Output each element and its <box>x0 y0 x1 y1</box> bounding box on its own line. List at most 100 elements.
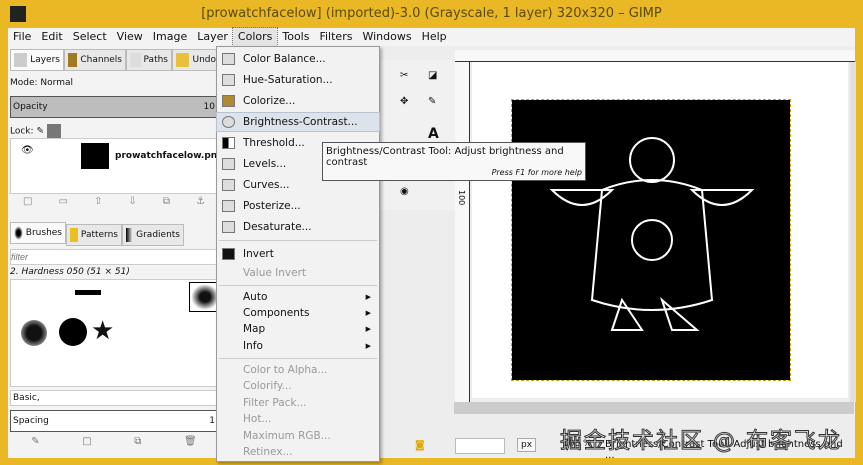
tab-undo[interactable]: Undo <box>172 49 220 71</box>
colorize-icon <box>222 95 235 107</box>
duplicate-brush-icon[interactable]: ⧉ <box>134 436 141 447</box>
color-tool-icon[interactable]: ◉ <box>400 186 409 197</box>
mode-select[interactable]: Mode: Normal <box>10 78 218 88</box>
layers-dock: Layers Channels Paths Undo Mode: Normal … <box>8 46 224 458</box>
smudge-tool-icon[interactable]: ✎ <box>428 96 436 107</box>
menu-file[interactable]: File <box>8 28 36 46</box>
lower-layer-icon[interactable]: ⇩ <box>128 196 136 214</box>
new-group-icon[interactable]: ▭ <box>59 196 68 214</box>
brightness-contrast-icon <box>222 116 235 128</box>
tab-layers[interactable]: Layers <box>10 49 64 71</box>
undo-icon <box>176 53 190 67</box>
tab-patterns[interactable]: Patterns <box>66 224 122 246</box>
menu-bar: File Edit Select View Image Layer Colors… <box>8 27 855 47</box>
menu-image[interactable]: Image <box>148 28 192 46</box>
brush-name: 2. Hardness 050 (51 × 51) <box>10 267 130 277</box>
menu-item-desaturate[interactable]: Desaturate... <box>217 218 379 236</box>
foreground-select-icon[interactable]: ◪ <box>428 70 437 81</box>
menu-select[interactable]: Select <box>68 28 112 46</box>
brush-buttons: ✎ □ ⧉ 🗑 <box>10 436 218 447</box>
move-tool-icon[interactable]: ✥ <box>400 96 408 107</box>
edit-brush-icon[interactable]: ✎ <box>31 436 39 447</box>
window-title: [prowatchfacelow] (imported)-3.0 (Graysc… <box>201 6 662 21</box>
brush-grid[interactable]: ★ <box>10 279 218 387</box>
vertical-scrollbar[interactable] <box>850 62 856 402</box>
brush-selected[interactable] <box>189 282 217 312</box>
tooltip: Brightness/Contrast Tool: Adjust brightn… <box>322 142 586 181</box>
new-brush-icon[interactable]: □ <box>82 436 91 447</box>
new-layer-icon[interactable]: □ <box>23 196 32 214</box>
lock-row: Lock: ✎ <box>10 124 218 138</box>
submenu-arrow-icon: ▶ <box>365 342 371 350</box>
menu-separator <box>219 358 377 359</box>
visibility-eye-icon[interactable]: 👁 <box>21 145 34 156</box>
menu-item-brightness-contrast[interactable]: Brightness-Contrast... <box>216 112 380 132</box>
pointer-coords <box>455 438 505 454</box>
tab-paths[interactable]: Paths <box>126 49 172 71</box>
brush-icon <box>14 226 23 240</box>
brush-star[interactable]: ★ <box>91 318 114 344</box>
gradient-icon <box>126 228 134 242</box>
menu-item-map[interactable]: Map ▶ <box>217 320 379 338</box>
lock-alpha-icon[interactable] <box>46 124 61 138</box>
menu-item-posterize[interactable]: Posterize... <box>217 197 379 215</box>
layer-buttons: □ ▭ ⇧ ⇩ ⧉ ⚓ <box>10 196 218 214</box>
menu-item-color-balance[interactable]: Color Balance... <box>217 50 379 68</box>
invert-icon <box>222 248 235 260</box>
brush-block[interactable] <box>75 290 101 295</box>
menu-item-hot: Hot... <box>243 413 272 425</box>
layer-layer-row[interactable]: 👁 <box>21 145 34 156</box>
layer-thumbnail <box>81 143 109 169</box>
horizontal-ruler <box>455 50 855 62</box>
ruler-label: 100 <box>457 190 466 206</box>
menu-separator <box>219 240 377 241</box>
menu-item-invert[interactable]: Invert <box>217 245 379 263</box>
tab-brushes[interactable]: Brushes <box>10 222 66 244</box>
lock-paint-icon[interactable]: ✎ <box>36 127 44 137</box>
scissors-tool-icon[interactable]: ✂ <box>400 70 408 81</box>
raise-layer-icon[interactable]: ⇧ <box>94 196 102 214</box>
tab-channels[interactable]: Channels <box>64 49 126 71</box>
spacing-slider[interactable]: Spacing 1 <box>10 410 218 432</box>
threshold-icon <box>222 137 235 149</box>
menu-item-hue-saturation[interactable]: Hue-Saturation... <box>217 71 379 89</box>
brush-fuzzy[interactable] <box>21 320 47 346</box>
curves-icon <box>222 179 235 191</box>
channels-icon <box>68 53 78 67</box>
menu-filters[interactable]: Filters <box>314 28 357 46</box>
duplicate-layer-icon[interactable]: ⧉ <box>163 196 170 214</box>
tooltip-hint: Press F1 for more help <box>491 168 582 177</box>
layer-name[interactable]: prowatchfacelow.png <box>115 151 224 161</box>
menu-item-colorize[interactable]: Colorize... <box>217 92 379 110</box>
title-bar: [prowatchfacelow] (imported)-3.0 (Graysc… <box>0 0 863 28</box>
menu-item-retinex: Retinex... <box>243 446 293 458</box>
brush-preset[interactable]: Basic, <box>10 390 218 406</box>
menu-item-info[interactable]: Info ▶ <box>217 337 379 355</box>
unit-select[interactable]: px <box>517 438 537 452</box>
delete-brush-icon[interactable]: 🗑 <box>184 436 197 447</box>
pattern-icon <box>70 228 78 242</box>
menu-edit[interactable]: Edit <box>36 28 67 46</box>
tab-gradients[interactable]: Gradients <box>122 224 184 246</box>
hue-saturation-icon <box>222 74 235 86</box>
brush-filter-input[interactable] <box>10 249 218 265</box>
menu-colors[interactable]: Colors <box>231 27 279 47</box>
menu-layer[interactable]: Layer <box>192 28 233 46</box>
menu-help[interactable]: Help <box>417 28 452 46</box>
menu-view[interactable]: View <box>112 28 148 46</box>
menu-windows[interactable]: Windows <box>357 28 416 46</box>
levels-icon <box>222 158 235 170</box>
navigate-icon[interactable]: ◙ <box>415 440 425 451</box>
menu-tools[interactable]: Tools <box>277 28 314 46</box>
paths-icon <box>130 53 141 67</box>
anchor-icon[interactable]: ⚓ <box>196 196 205 214</box>
tooltip-text: Brightness/Contrast Tool: Adjust brightn… <box>326 146 564 168</box>
colors-menu: Color Balance... Hue-Saturation... Color… <box>216 46 380 462</box>
menu-item-colorify: Colorify... <box>243 380 292 392</box>
opacity-slider[interactable]: Opacity 10 <box>10 96 218 118</box>
horizontal-scrollbar[interactable] <box>454 402 854 414</box>
color-balance-icon <box>222 53 235 65</box>
text-tool-icon[interactable]: A <box>428 126 439 142</box>
brush-circle[interactable] <box>59 318 87 346</box>
submenu-arrow-icon: ▶ <box>365 325 371 333</box>
